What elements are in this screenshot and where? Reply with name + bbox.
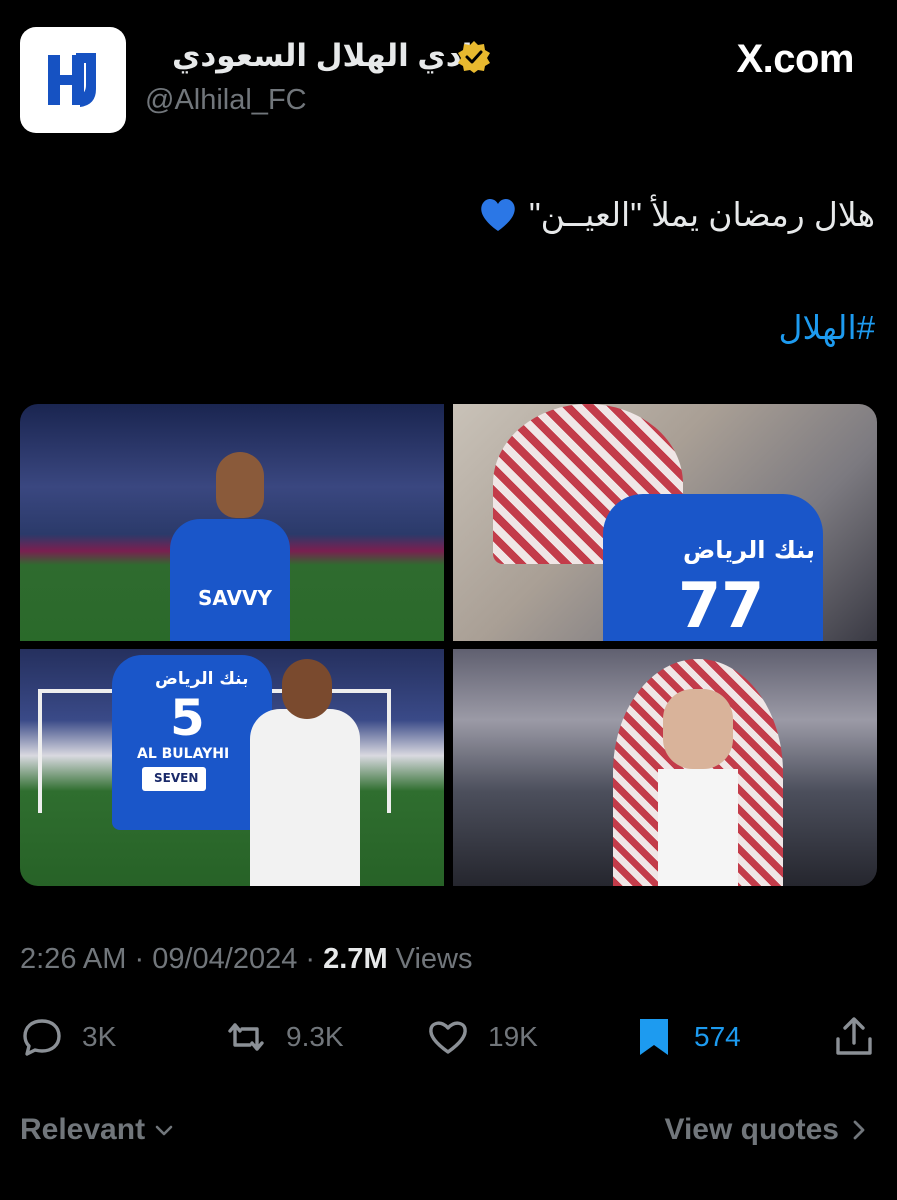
- verified-badge-icon: [458, 41, 490, 73]
- views-label: Views: [395, 943, 473, 975]
- site-watermark: X.com: [736, 37, 854, 81]
- bookmark-count: 574: [694, 1021, 741, 1052]
- like-count: 19K: [488, 1021, 538, 1052]
- view-quotes-link[interactable]: View quotes: [665, 1113, 870, 1147]
- tweet-time[interactable]: 2:26 AM: [20, 943, 126, 975]
- tweet-text: هلال رمضان يملأ "العيــن": [528, 195, 875, 233]
- repost-icon: [228, 1023, 264, 1051]
- photo-embrace[interactable]: بنك الرياض 77: [453, 404, 877, 641]
- repost-count: 9.3K: [286, 1021, 344, 1052]
- bookmark-button[interactable]: 574: [632, 1015, 741, 1059]
- hashtag-link[interactable]: #الهلال: [779, 308, 875, 347]
- tweet-meta: 2:26 AM · 09/04/2024 · 2.7M Views: [20, 943, 473, 975]
- player-head-2: [282, 659, 332, 719]
- jersey-sponsor-text-2: بنك الرياض: [155, 669, 249, 689]
- jersey-number-text-2: 5: [170, 689, 205, 747]
- al-hilal-logo-icon: [48, 53, 96, 107]
- repost-button[interactable]: 9.3K: [224, 1015, 344, 1059]
- photo-player-celebrating[interactable]: SAVVY: [20, 404, 444, 641]
- official-face: [663, 689, 733, 769]
- reply-icon: [23, 1019, 61, 1056]
- chevron-right-icon: [853, 1120, 865, 1140]
- sort-dropdown[interactable]: Relevant: [20, 1113, 175, 1147]
- blue-heart-emoji-icon: [481, 198, 515, 231]
- player-head: [216, 452, 264, 518]
- tweet-date[interactable]: 09/04/2024: [152, 943, 297, 975]
- photo-official-applauding[interactable]: [453, 649, 877, 886]
- heart-icon: [429, 1021, 467, 1054]
- jersey-number-text: 77: [678, 569, 765, 641]
- like-button[interactable]: 19K: [426, 1015, 538, 1059]
- view-quotes-label: View quotes: [664, 1113, 840, 1146]
- media-grid: SAVVY بنك الرياض 77 بنك الرياض 5 AL BULA…: [20, 404, 877, 886]
- account-handle[interactable]: @Alhilal_FC: [145, 84, 307, 117]
- tweet-body: هلال رمضان يملأ "العيــن": [477, 193, 875, 235]
- white-kit-player: [250, 709, 360, 886]
- jersey-sponsor-text: بنك الرياض: [683, 536, 815, 564]
- jersey-brand-text: SAVVY: [198, 586, 272, 610]
- bookmark-filled-icon: [640, 1019, 668, 1055]
- chevron-down-icon: [155, 1125, 173, 1136]
- avatar[interactable]: [20, 27, 126, 133]
- display-name[interactable]: نادي الهلال السعودي: [172, 38, 485, 74]
- reply-count: 3K: [82, 1021, 117, 1052]
- share-button[interactable]: [832, 1015, 876, 1059]
- sort-label: Relevant: [20, 1113, 146, 1146]
- photo-player-holding-shirt[interactable]: بنك الرياض 5 AL BULAYHI SEVEN: [20, 649, 444, 886]
- jersey-badge-text: SEVEN: [154, 771, 199, 785]
- jersey-name-text: AL BULAYHI: [137, 746, 230, 762]
- reply-button[interactable]: 3K: [20, 1015, 116, 1059]
- white-thobe: [658, 769, 738, 886]
- views-count: 2.7M: [323, 943, 388, 975]
- share-icon: [836, 1017, 872, 1055]
